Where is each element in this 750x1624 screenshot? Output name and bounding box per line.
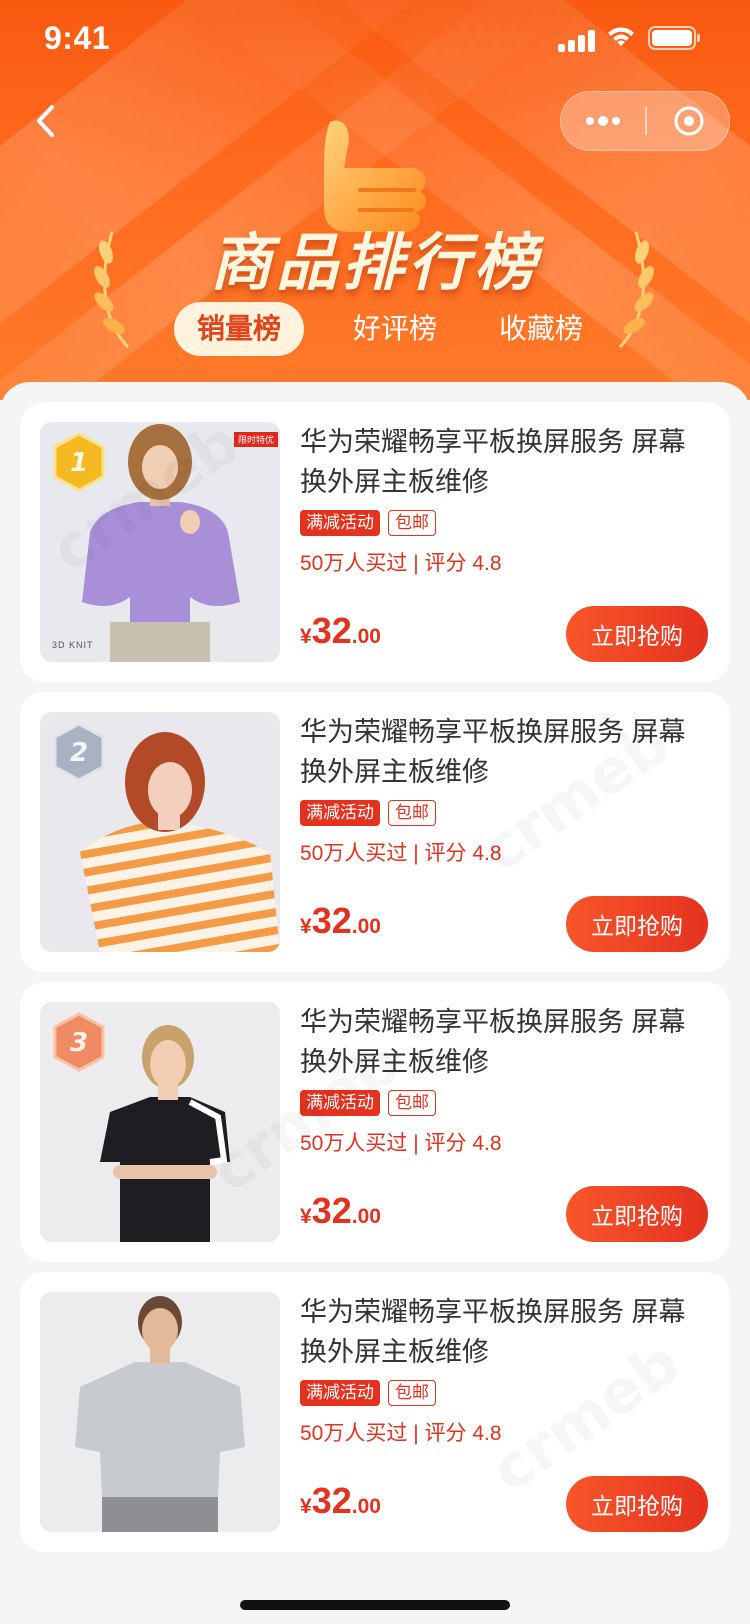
- price-decimal: .00: [351, 625, 381, 648]
- free-shipping-tag: 包邮: [388, 510, 436, 536]
- svg-text:2: 2: [70, 738, 88, 768]
- product-title: 华为荣耀畅享平板换屏服务 屏幕换外屏主板维修: [300, 717, 686, 787]
- discount-tag: 满减活动: [300, 800, 380, 826]
- product-price: ¥32.00: [300, 900, 381, 942]
- buy-now-button[interactable]: 立即抢购: [566, 606, 708, 662]
- product-title: 华为荣耀畅享平板换屏服务 屏幕换外屏主板维修: [300, 1007, 686, 1077]
- product-image[interactable]: 2: [40, 712, 280, 952]
- product-title: 华为荣耀畅享平板换屏服务 屏幕换外屏主板维修: [300, 1297, 686, 1367]
- price-integer: 32: [311, 1480, 352, 1521]
- promo-tags: 满减活动 包邮: [300, 800, 436, 828]
- rank-bronze-badge-icon: 3: [53, 1012, 105, 1072]
- price-integer: 32: [311, 1190, 352, 1231]
- signal-icon: [558, 28, 596, 52]
- chevron-left-icon: [37, 105, 54, 137]
- more-dots-icon: [586, 116, 620, 126]
- promo-tags: 满减活动 包邮: [300, 510, 436, 538]
- buy-now-button[interactable]: 立即抢购: [566, 896, 708, 952]
- tab-reviews-ranking[interactable]: 好评榜: [330, 302, 460, 356]
- mini-program-capsule: [560, 91, 730, 151]
- price-integer: 32: [311, 900, 352, 941]
- wifi-icon: [608, 27, 634, 46]
- product-card[interactable]: 限时特优 3D KNIT 1 华为荣耀畅享平板换屏服务 屏幕换外屏主板维修 满减…: [20, 402, 730, 682]
- price-decimal: .00: [351, 1205, 381, 1228]
- price-integer: 32: [311, 610, 352, 651]
- svg-text:3: 3: [70, 1028, 88, 1058]
- model-photo-grey-tee: [40, 1292, 280, 1532]
- product-image[interactable]: 限时特优 3D KNIT 1: [40, 422, 280, 662]
- brand-label: 3D KNIT: [52, 640, 94, 650]
- rank-silver-badge-icon: 2: [53, 722, 105, 782]
- product-card[interactable]: 2 华为荣耀畅享平板换屏服务 屏幕换外屏主板维修 满减活动 包邮 50万人买过 …: [20, 692, 730, 972]
- product-card[interactable]: 3 华为荣耀畅享平板换屏服务 屏幕换外屏主板维修 满减活动 包邮 50万人买过 …: [20, 982, 730, 1262]
- product-list: 限时特优 3D KNIT 1 华为荣耀畅享平板换屏服务 屏幕换外屏主板维修 满减…: [0, 382, 750, 1624]
- buy-now-button[interactable]: 立即抢购: [566, 1186, 708, 1242]
- product-price: ¥32.00: [300, 1480, 381, 1522]
- ranking-tabs: 销量榜 好评榜 收藏榜: [0, 302, 750, 358]
- discount-tag: 满减活动: [300, 1090, 380, 1116]
- status-bar: 9:41: [0, 0, 750, 80]
- sales-rating-info: 50万人买过 | 评分 4.8: [300, 842, 502, 865]
- price-decimal: .00: [351, 1495, 381, 1518]
- rank-gold-badge-icon: 1: [53, 432, 105, 492]
- free-shipping-tag: 包邮: [388, 800, 436, 826]
- sales-rating-info: 50万人买过 | 评分 4.8: [300, 552, 502, 575]
- header-banner: 9:41 商品排行榜 销量榜 好评榜 收藏榜: [0, 0, 750, 400]
- discount-tag: 满减活动: [300, 1380, 380, 1406]
- promo-tags: 满减活动 包邮: [300, 1090, 436, 1118]
- product-image[interactable]: 3: [40, 1002, 280, 1242]
- battery-icon: [648, 26, 700, 50]
- promo-tags: 满减活动 包邮: [300, 1380, 436, 1408]
- target-close-icon: [674, 106, 704, 136]
- free-shipping-tag: 包邮: [388, 1380, 436, 1406]
- product-image[interactable]: [40, 1292, 280, 1532]
- price-currency: ¥: [300, 1495, 312, 1518]
- svg-text:1: 1: [70, 448, 88, 478]
- home-indicator: [240, 1600, 510, 1610]
- price-decimal: .00: [351, 915, 381, 938]
- free-shipping-tag: 包邮: [388, 1090, 436, 1116]
- discount-tag: 满减活动: [300, 510, 380, 536]
- price-currency: ¥: [300, 915, 312, 938]
- sales-rating-info: 50万人买过 | 评分 4.8: [300, 1422, 502, 1445]
- product-card[interactable]: 华为荣耀畅享平板换屏服务 屏幕换外屏主板维修 满减活动 包邮 50万人买过 | …: [20, 1272, 730, 1552]
- status-time: 9:41: [44, 20, 111, 56]
- buy-now-button[interactable]: 立即抢购: [566, 1476, 708, 1532]
- product-price: ¥32.00: [300, 1190, 381, 1232]
- promo-label: 限时特优: [234, 432, 279, 447]
- more-button[interactable]: [561, 92, 645, 150]
- product-price: ¥32.00: [300, 610, 381, 652]
- tab-sales-ranking[interactable]: 销量榜: [174, 302, 304, 356]
- price-currency: ¥: [300, 1205, 312, 1228]
- price-currency: ¥: [300, 625, 312, 648]
- sales-rating-info: 50万人买过 | 评分 4.8: [300, 1132, 502, 1155]
- close-button[interactable]: [647, 92, 731, 150]
- page-title: 商品排行榜: [209, 229, 540, 298]
- product-title: 华为荣耀畅享平板换屏服务 屏幕换外屏主板维修: [300, 427, 686, 497]
- tab-favorites-ranking[interactable]: 收藏榜: [476, 302, 606, 356]
- back-button[interactable]: [26, 96, 66, 146]
